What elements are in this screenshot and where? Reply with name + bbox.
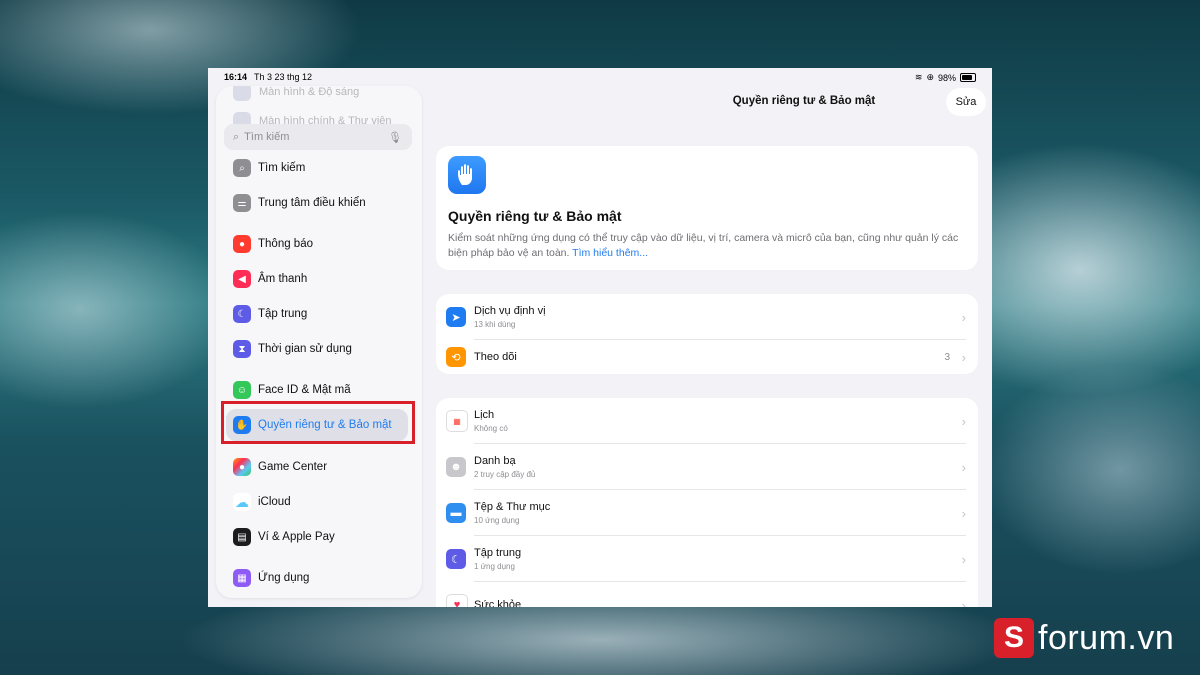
location-icon: ➤ [446,307,466,327]
status-time: 16:14 [224,72,248,82]
sidebar-item-game-center[interactable]: ● Game Center [233,456,408,478]
search-icon: ⌕ [233,159,251,177]
search-input[interactable]: ⌕ Tìm kiếm 🎙 [224,124,412,150]
logo-text: forum.vn [1038,618,1175,657]
location-tracking-group: ➤ Dịch vụ định vị 13 khi dùng › ⟲ Theo d… [436,294,978,374]
sidebar-item-focus[interactable]: ☾ Tập trung [233,303,408,325]
chevron-right-icon: › [961,505,966,521]
lock-rotation-icon: ⊕ [926,72,934,82]
status-right: ≋ ⊕ 98% [915,72,976,83]
app-permissions-group: ▦ Lịch Không có › ☻ Danh bạ 2 truy cập đ… [436,398,978,607]
sidebar-item-control-center[interactable]: ⚌ Trung tâm điều khiển [233,192,408,214]
moon-icon: ☾ [446,549,466,569]
sidebar-item-apps[interactable]: ▦ Ứng dụng [233,567,408,589]
folder-icon: ▬ [446,503,466,523]
sidebar-item-icloud[interactable]: ☁ iCloud [233,491,408,513]
row-tracking[interactable]: ⟲ Theo dõi 3 › [436,340,978,374]
sidebar-item-wallet[interactable]: ▤ Ví & Apple Pay [233,526,408,548]
wallet-icon: ▤ [233,528,251,546]
status-date: Th 3 23 thg 12 [254,72,313,82]
wifi-icon: ≋ [914,72,923,82]
apps-icon: ▦ [233,569,251,587]
learn-more-link[interactable]: Tìm hiểu thêm... [572,247,648,259]
search-placeholder: Tìm kiếm [244,131,290,143]
chevron-right-icon: › [961,459,966,475]
sidebar-item-search[interactable]: ⌕ Tìm kiếm [233,157,408,179]
ipad-screen: 16:14 Th 3 23 thg 12 ≋ ⊕ 98% Màn hình & … [208,68,992,607]
chevron-right-icon: › [961,597,966,608]
gamecenter-icon: ● [233,458,251,476]
chevron-right-icon: › [961,413,966,429]
sidebar-item-faceid[interactable]: ☺ Face ID & Mật mã [233,379,408,401]
toggles-icon: ⚌ [233,194,251,212]
logo-mark: S [994,618,1034,658]
chevron-right-icon: › [961,349,966,365]
sidebar-item-notifications[interactable]: ● Thông báo [233,233,408,255]
microphone-icon[interactable]: 🎙 [388,131,402,144]
row-calendar[interactable]: ▦ Lịch Không có › [436,398,978,444]
bell-icon: ● [233,235,251,253]
sidebar-item-screen-time[interactable]: ⧗ Thời gian sử dụng [233,338,408,360]
speaker-icon: ◀ [233,270,251,288]
hourglass-icon: ⧗ [233,340,251,358]
row-focus[interactable]: ☾ Tập trung 1 ứng dụng › [436,536,978,582]
row-health[interactable]: ♥ Sức khỏe › [436,582,978,607]
sforum-logo: S forum.vn [994,612,1188,664]
tracking-count: 3 [944,351,950,363]
battery-icon [960,73,976,82]
tracking-icon: ⟲ [446,347,466,367]
page-title: Quyền riêng tư & Bảo mật [732,95,876,107]
highlight-annotation [221,401,415,444]
cloud-icon: ☁ [233,493,251,511]
settings-sidebar: Màn hình & Độ sáng Màn hình chính & Thư … [216,86,422,598]
search-icon: ⌕ [233,130,240,143]
calendar-icon: ▦ [446,410,468,432]
faceid-icon: ☺ [233,381,251,399]
battery-percent: 98% [937,72,956,83]
contacts-icon: ☻ [446,457,466,477]
edit-button[interactable]: Sửa [946,88,986,116]
privacy-hero-card: Quyền riêng tư & Bảo mật Kiểm soát những… [436,146,978,270]
heart-icon: ♥ [446,594,468,607]
row-location-services[interactable]: ➤ Dịch vụ định vị 13 khi dùng › [436,294,978,340]
sidebar-item-display[interactable]: Màn hình & Độ sáng [233,86,359,101]
hero-title: Quyền riêng tư & Bảo mật [448,208,622,224]
row-files-folders[interactable]: ▬ Tệp & Thư mục 10 ứng dụng › [436,490,978,536]
sidebar-item-sounds[interactable]: ◀ Âm thanh [233,268,408,290]
row-contacts[interactable]: ☻ Danh bạ 2 truy cập đầy đủ › [436,444,978,490]
hand-icon [448,156,486,194]
moon-icon: ☾ [233,305,251,323]
chevron-right-icon: › [961,551,966,567]
hero-description: Kiểm soát những ứng dụng có thể truy cập… [448,232,959,259]
chevron-right-icon: › [961,309,966,325]
display-icon [233,86,251,101]
status-bar: 16:14 Th 3 23 thg 12 ≋ ⊕ 98% [208,68,992,86]
